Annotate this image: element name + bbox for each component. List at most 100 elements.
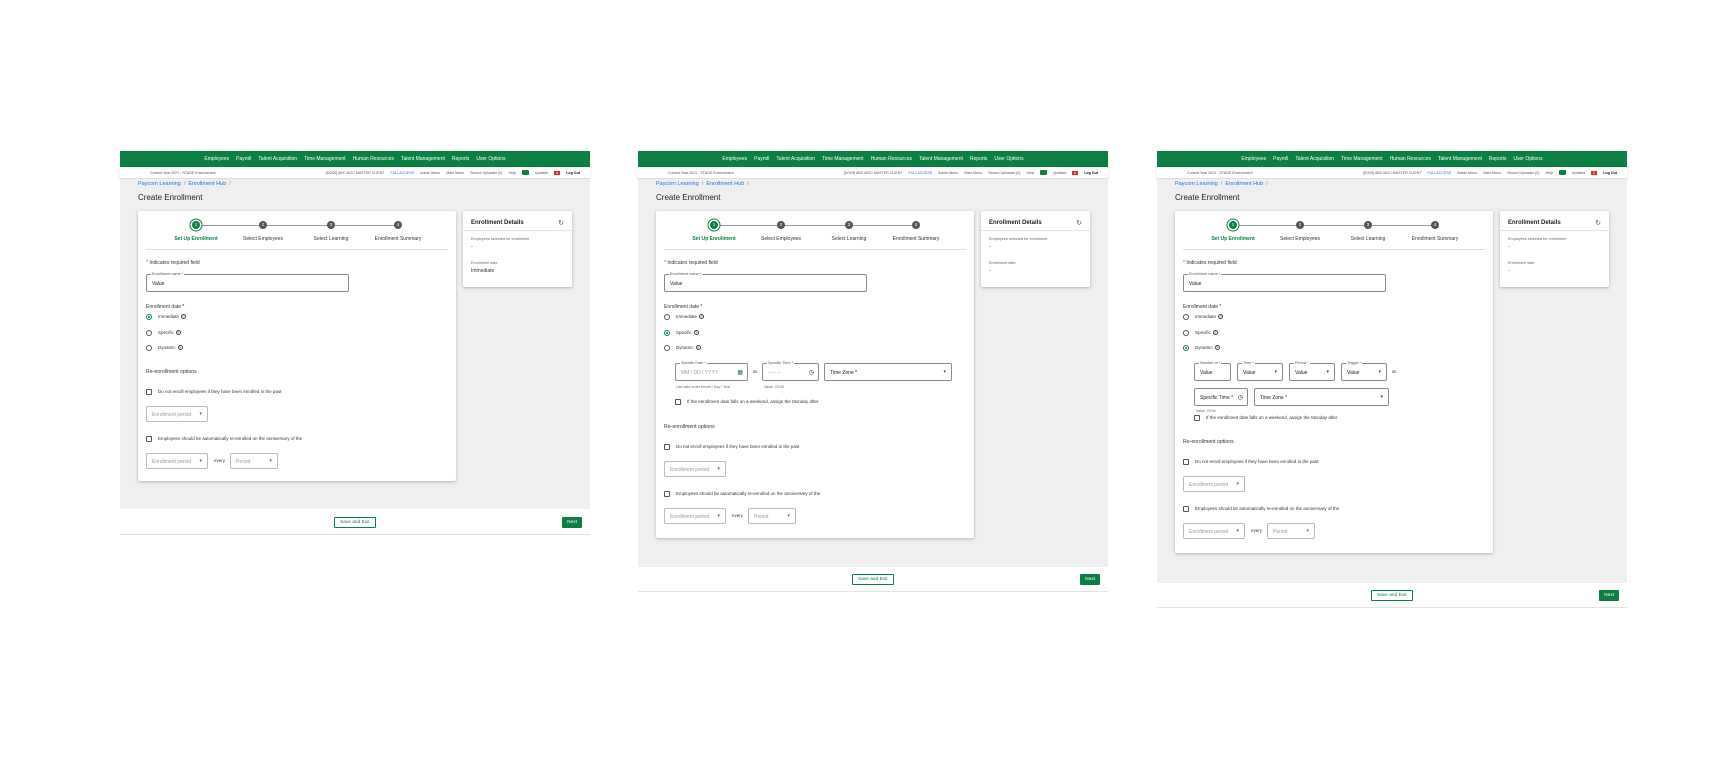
nav-human-resources[interactable]: Human Resources xyxy=(353,156,394,162)
fullaccess-link[interactable]: FULLACCESS xyxy=(909,171,933,175)
refresh-icon[interactable]: ↻ xyxy=(1595,219,1601,227)
updates-link[interactable]: Updates xyxy=(535,171,548,175)
number-of-field[interactable]: Number of * Value xyxy=(1194,361,1231,381)
trigger-select[interactable]: Trigger * Value ▾ xyxy=(1341,361,1387,381)
refresh-icon[interactable]: ↻ xyxy=(558,219,564,227)
fullaccess-link[interactable]: FULLACCESS xyxy=(1428,171,1452,175)
breadcrumb-paycom-learning[interactable]: Paycom Learning xyxy=(656,181,699,187)
enrollment-period-select-2[interactable]: Enrollment period ▾ xyxy=(146,453,208,469)
nav-reports[interactable]: Reports xyxy=(1489,156,1507,162)
time-zone-select[interactable]: Time Zone * ▾ xyxy=(1254,388,1389,406)
nav-employees[interactable]: Employees xyxy=(722,156,747,162)
nav-time-management[interactable]: Time Management xyxy=(1341,156,1383,162)
checkbox-auto-reenroll[interactable] xyxy=(1183,506,1189,512)
next-button[interactable]: Next xyxy=(1080,574,1100,585)
enrollment-period-select-2[interactable]: Enrollment period ▾ xyxy=(664,508,726,524)
refresh-icon[interactable]: ↻ xyxy=(1076,219,1082,227)
nav-user-options[interactable]: User Options xyxy=(1513,156,1542,162)
nav-payroll[interactable]: Payroll xyxy=(1273,156,1288,162)
chat-icon[interactable] xyxy=(1558,170,1566,175)
nav-time-management[interactable]: Time Management xyxy=(304,156,346,162)
breadcrumb-paycom-learning[interactable]: Paycom Learning xyxy=(138,181,181,187)
checkbox-weekend[interactable] xyxy=(1194,415,1200,421)
enrollment-name-field[interactable]: Enrollment name * Value xyxy=(146,272,349,292)
period-unit-select[interactable]: Period * Value ▾ xyxy=(1289,361,1335,381)
specific-date-field[interactable]: Specific Date * MM / DD / YYYY ▦ xyxy=(675,361,748,381)
help-link[interactable]: Help xyxy=(1545,171,1552,175)
enrollment-name-field[interactable]: Enrollment name * Value xyxy=(664,272,867,292)
enrollment-period-select[interactable]: Enrollment period ▾ xyxy=(1183,476,1245,492)
breadcrumb-enrollment-hub[interactable]: Enrollment Hub xyxy=(706,181,744,187)
main-menu-link[interactable]: Main Menu xyxy=(964,171,982,175)
period-select[interactable]: Period ▾ xyxy=(230,453,278,469)
checkbox-no-enroll[interactable] xyxy=(146,389,152,395)
checkbox-no-enroll[interactable] xyxy=(1183,459,1189,465)
radio-specific[interactable] xyxy=(146,330,152,336)
updates-link[interactable]: Updates xyxy=(1572,171,1585,175)
main-menu-link[interactable]: Main Menu xyxy=(446,171,464,175)
nav-reports[interactable]: Reports xyxy=(452,156,470,162)
radio-specific[interactable] xyxy=(664,330,670,336)
nav-reports[interactable]: Reports xyxy=(970,156,988,162)
nav-payroll[interactable]: Payroll xyxy=(754,156,769,162)
save-exit-button[interactable]: Save and Exit xyxy=(852,574,894,585)
next-button[interactable]: Next xyxy=(562,517,582,528)
save-exit-button[interactable]: Save and Exit xyxy=(1371,590,1413,601)
save-exit-button[interactable]: Save and Exit xyxy=(334,517,376,528)
nav-time-management[interactable]: Time Management xyxy=(822,156,864,162)
radio-immediate[interactable] xyxy=(1183,314,1189,320)
radio-immediate[interactable] xyxy=(664,314,670,320)
radio-specific[interactable] xyxy=(1183,330,1189,336)
secure-uploader-link[interactable]: Secure Uploader (0) xyxy=(470,171,502,175)
nav-employees[interactable]: Employees xyxy=(204,156,229,162)
breadcrumb-paycom-learning[interactable]: Paycom Learning xyxy=(1175,181,1218,187)
secure-uploader-link[interactable]: Secure Uploader (0) xyxy=(988,171,1020,175)
logout-link[interactable]: Log Out xyxy=(1084,171,1098,175)
enrollment-period-select[interactable]: Enrollment period ▾ xyxy=(664,461,726,477)
breadcrumb-enrollment-hub[interactable]: Enrollment Hub xyxy=(188,181,226,187)
chat-icon[interactable] xyxy=(1039,170,1047,175)
checkbox-auto-reenroll[interactable] xyxy=(664,491,670,497)
next-button[interactable]: Next xyxy=(1599,590,1619,601)
nav-talent-acquisition[interactable]: Talent Acquisition xyxy=(776,156,815,162)
nav-human-resources[interactable]: Human Resources xyxy=(871,156,912,162)
nav-payroll[interactable]: Payroll xyxy=(236,156,251,162)
secure-uploader-link[interactable]: Secure Uploader (0) xyxy=(1507,171,1539,175)
nav-user-options[interactable]: User Options xyxy=(994,156,1023,162)
nav-user-options[interactable]: User Options xyxy=(476,156,505,162)
calendar-icon[interactable]: ▦ xyxy=(737,369,743,376)
chat-icon[interactable] xyxy=(521,170,529,175)
checkbox-no-enroll[interactable] xyxy=(664,444,670,450)
enrollment-period-select[interactable]: Enrollment period ▾ xyxy=(146,406,208,422)
nav-human-resources[interactable]: Human Resources xyxy=(1390,156,1431,162)
updates-link[interactable]: Updates xyxy=(1053,171,1066,175)
clock-icon[interactable]: ◷ xyxy=(809,369,814,376)
nav-talent-management[interactable]: Talent Management xyxy=(1438,156,1482,162)
radio-dynamic[interactable] xyxy=(664,345,670,351)
admin-menu-link[interactable]: Admin Menu xyxy=(420,171,440,175)
enrollment-name-field[interactable]: Enrollment name * Value xyxy=(1183,272,1386,292)
help-link[interactable]: Help xyxy=(1026,171,1033,175)
nav-talent-acquisition[interactable]: Talent Acquisition xyxy=(258,156,297,162)
nav-talent-management[interactable]: Talent Management xyxy=(401,156,445,162)
radio-dynamic[interactable] xyxy=(1183,345,1189,351)
time-zone-select[interactable]: Time Zone * ▾ xyxy=(824,363,952,381)
fullaccess-link[interactable]: FULLACCESS xyxy=(391,171,415,175)
checkbox-weekend[interactable] xyxy=(675,399,681,405)
logout-link[interactable]: Log Out xyxy=(1603,171,1617,175)
period-select[interactable]: Period ▾ xyxy=(1267,523,1315,539)
period-select[interactable]: Period ▾ xyxy=(748,508,796,524)
specific-time-field[interactable]: Specific Time * ◷ xyxy=(1194,388,1248,406)
checkbox-auto-reenroll[interactable] xyxy=(146,436,152,442)
help-link[interactable]: Help xyxy=(508,171,515,175)
nav-talent-acquisition[interactable]: Talent Acquisition xyxy=(1295,156,1334,162)
clock-icon[interactable]: ◷ xyxy=(1238,394,1243,401)
logout-link[interactable]: Log Out xyxy=(566,171,580,175)
radio-immediate[interactable] xyxy=(146,314,152,320)
specific-time-field[interactable]: Specific Time * --:-- -- ◷ xyxy=(762,361,819,381)
radio-dynamic[interactable] xyxy=(146,345,152,351)
nav-talent-management[interactable]: Talent Management xyxy=(919,156,963,162)
nav-employees[interactable]: Employees xyxy=(1241,156,1266,162)
breadcrumb-enrollment-hub[interactable]: Enrollment Hub xyxy=(1225,181,1263,187)
main-menu-link[interactable]: Main Menu xyxy=(1483,171,1501,175)
